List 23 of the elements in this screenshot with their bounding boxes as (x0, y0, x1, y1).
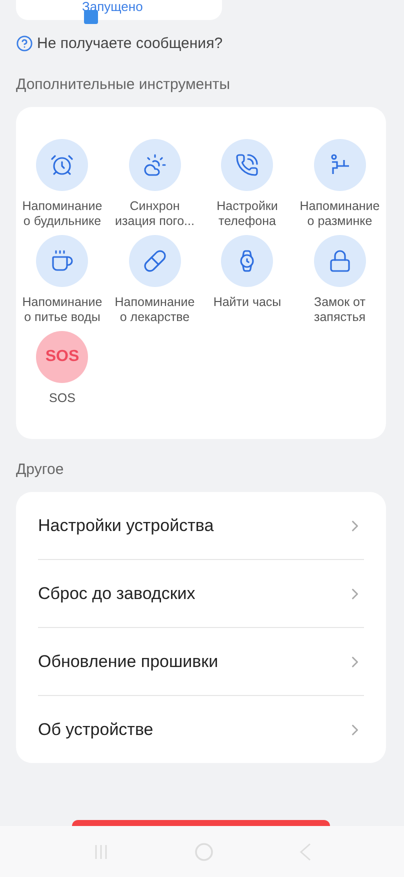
tool-label: Напоминание о лекарстве (114, 295, 196, 326)
tool-label: Напоминание о разминке (298, 199, 381, 230)
section-title: Дополнительные инструменты (16, 76, 232, 93)
section-title: Другое (16, 461, 65, 478)
alarm-clock-icon (50, 153, 74, 177)
tool-label: Настройки телефона (216, 199, 279, 230)
settings-item[interactable]: Сброс до заводских (38, 584, 196, 604)
tool-label: Напоминание о будильнике (21, 199, 104, 230)
cloud-sun-icon (142, 153, 167, 177)
settings-item[interactable]: Об устройстве (38, 720, 154, 740)
cup-icon (50, 249, 74, 273)
settings-item[interactable]: Настройки устройства (38, 516, 214, 536)
tool-label: SOS (48, 391, 76, 407)
tool-label: Напоминание о питье воды (21, 295, 104, 326)
tool-label: Замок от запястья (313, 295, 366, 326)
tool-label: Синхрон изация пого... (114, 199, 196, 230)
lock-icon (328, 249, 352, 273)
tool-label: Найти часы (212, 295, 282, 311)
settings-item[interactable]: Обновление прошивки (38, 652, 218, 672)
help-icon (16, 35, 33, 52)
pill-icon (142, 249, 167, 273)
help-link[interactable]: Не получаете сообщения? (37, 35, 223, 52)
phone-icon (235, 153, 260, 177)
